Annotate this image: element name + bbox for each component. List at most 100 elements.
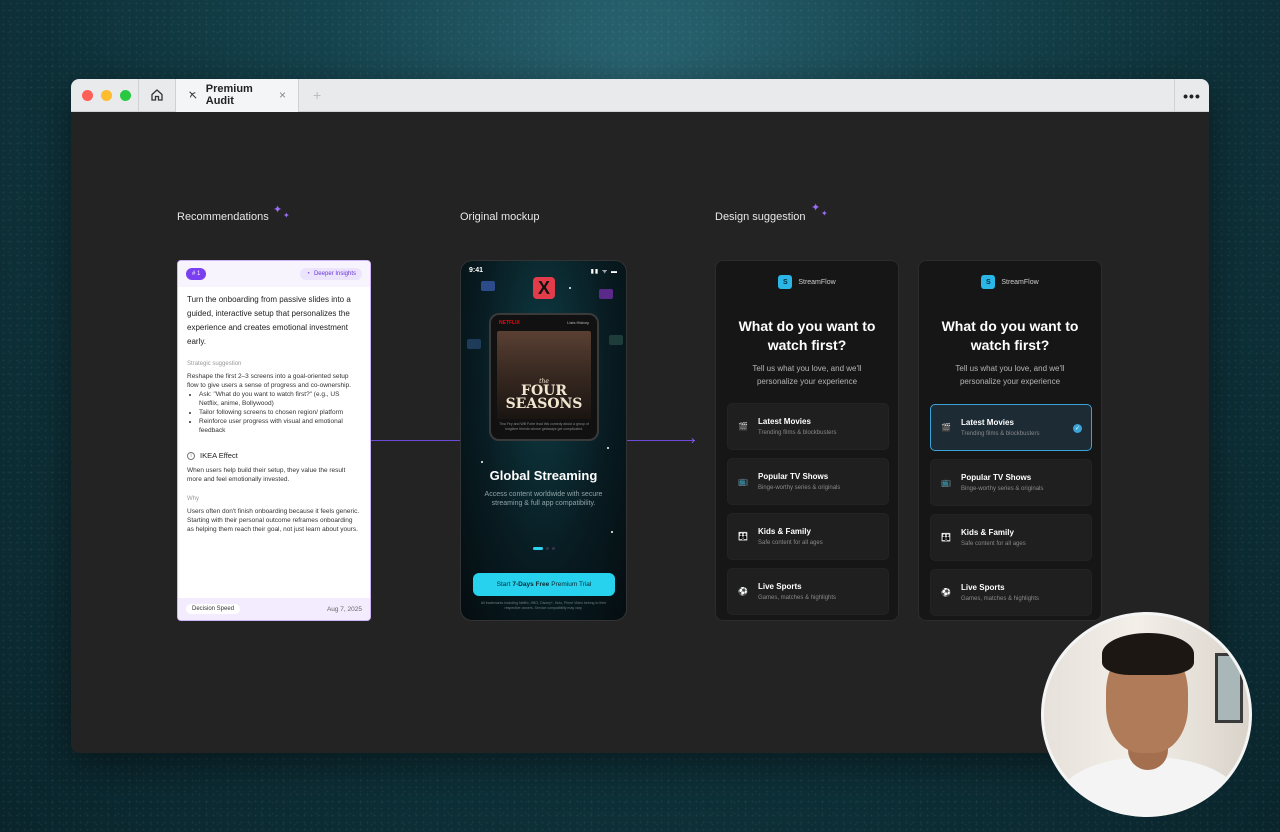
device-preview: NETFLIX Lists History the FOUR SEASONS T… [489, 313, 599, 441]
tv-icon: 📺 [941, 478, 951, 487]
option-latest-movies[interactable]: 🎬 Latest Movies Trending films & blockbu… [727, 403, 889, 450]
option-title: Latest Movies [758, 417, 811, 426]
option-text: Live Sports Games, matches & highlights [961, 583, 1039, 602]
card-header: # 1 ◔ Deeper Insights [178, 261, 370, 287]
option-desc: Safe content for all ages [758, 540, 823, 546]
mockup-headline: Global Streaming [489, 468, 598, 483]
brand-row: S StreamFlow [716, 275, 898, 289]
option-desc: Trending films & blockbusters [961, 431, 1040, 437]
window-controls [71, 89, 138, 101]
mockup-subtext: Access content worldwide with secure str… [484, 491, 603, 507]
insights-label: Deeper Insights [313, 271, 356, 277]
suggestion-card-1: S StreamFlow What do you want to watch f… [715, 260, 899, 621]
new-tab-button[interactable]: + [313, 87, 321, 103]
sparkle-icon: ✦ [811, 202, 821, 214]
preview-nav: NETFLIX Lists History [491, 315, 597, 331]
option-text: Live Sports Games, matches & highlights [758, 582, 836, 601]
brand-row: S StreamFlow [919, 275, 1101, 289]
option-text: Kids & Family Safe content for all ages [961, 528, 1026, 547]
poster-title-main: FOUR SEASONS [505, 383, 583, 412]
option-text: Latest Movies Trending films & blockbust… [961, 418, 1039, 437]
fine-print: All trademarks including Netflix, HBO, D… [480, 601, 607, 610]
connector-line [371, 440, 460, 441]
tv-icon: 📺 [738, 477, 748, 486]
sparkle-icon: ✦ [821, 209, 828, 218]
title-bar: Premium Audit × + ••• [71, 79, 1209, 112]
option-kids-family[interactable]: 👪 Kids & Family Safe content for all age… [727, 513, 889, 560]
page-dot [552, 547, 555, 550]
page-dot-active [533, 547, 543, 550]
option-live-sports[interactable]: ⚽ Live Sports Games, matches & highlight… [930, 569, 1092, 616]
strategic-text: Reshape the first 2–3 screens into a goa… [187, 373, 352, 389]
star-dot [611, 531, 613, 533]
preview-brand: NETFLIX [499, 320, 520, 326]
suggestion-card-2: S StreamFlow What do you want to watch f… [918, 260, 1102, 621]
option-latest-movies-selected[interactable]: 🎬 Latest Movies Trending films & blockbu… [930, 404, 1092, 451]
clapperboard-icon: 🎬 [941, 423, 951, 432]
info-icon: i [187, 451, 195, 460]
soccer-ball-icon: ⚽ [738, 587, 748, 596]
effect-title: IKEA Effect [200, 451, 238, 460]
partner-logo-icon [609, 335, 623, 345]
start-trial-button[interactable]: Start 7-Days Free Premium Trial [473, 573, 615, 596]
check-icon: ✓ [1073, 424, 1082, 433]
brand-name: StreamFlow [1001, 278, 1039, 286]
suggestion-list: Ask: "What do you want to watch first?" … [187, 390, 361, 435]
category-tag: Decision Speed [186, 604, 241, 614]
option-title: Popular TV Shows [758, 472, 829, 481]
list-item: Tailor following screens to chosen regio… [199, 408, 361, 417]
more-menu-button[interactable]: ••• [1174, 79, 1209, 112]
tab-close-icon[interactable]: × [279, 88, 286, 102]
close-window-button[interactable] [82, 89, 93, 101]
home-button[interactable] [139, 79, 175, 112]
section-label-recommendations: Recommendations [177, 211, 269, 223]
option-text: Popular TV Shows Binge-worthy series & o… [758, 472, 840, 491]
onboarding-title: What do you want to watch first? [941, 318, 1079, 353]
recommendation-card[interactable]: # 1 ◔ Deeper Insights Turn the onboardin… [177, 260, 371, 621]
option-text: Kids & Family Safe content for all ages [758, 527, 823, 546]
soccer-ball-icon: ⚽ [941, 588, 951, 597]
cta-prefix: Start [496, 581, 511, 588]
arrow-right-icon: › [691, 433, 695, 447]
streamflow-logo-icon: S [778, 275, 793, 289]
list-item: Ask: "What do you want to watch first?" … [199, 390, 361, 408]
webcam-overlay[interactable] [1041, 612, 1252, 817]
compass-icon [189, 91, 197, 99]
option-popular-tv-shows[interactable]: 📺 Popular TV Shows Binge-worthy series &… [727, 458, 889, 505]
status-time: 9:41 [469, 267, 484, 274]
cta-suffix: Premium Trial [551, 581, 592, 588]
brand-name: StreamFlow [798, 278, 836, 286]
option-title: Popular TV Shows [961, 473, 1032, 482]
onboarding-subtitle: Tell us what you love, and we'll persona… [955, 364, 1065, 386]
option-desc: Safe content for all ages [961, 541, 1026, 547]
browser-window: Premium Audit × + ••• Recommendations ✦ … [71, 79, 1209, 753]
insight-icon: ◔ [306, 271, 310, 277]
insights-badge[interactable]: ◔ Deeper Insights [300, 268, 362, 280]
option-popular-tv-shows[interactable]: 📺 Popular TV Shows Binge-worthy series &… [930, 459, 1092, 506]
wall-picture [1215, 653, 1243, 723]
app-logo: X [533, 277, 555, 299]
maximize-window-button[interactable] [120, 89, 131, 101]
family-icon: 👪 [941, 533, 951, 542]
effect-text: When users help build their setup, they … [187, 467, 346, 483]
option-live-sports[interactable]: ⚽ Live Sports Games, matches & highlight… [727, 568, 889, 615]
option-desc: Games, matches & highlights [758, 595, 837, 601]
option-kids-family[interactable]: 👪 Kids & Family Safe content for all age… [930, 514, 1092, 561]
option-title: Live Sports [961, 583, 1005, 592]
tab-title: Premium Audit [205, 83, 253, 107]
status-icons: ▮▮ ᯤ ▬ [590, 269, 618, 275]
why-text: Users often don't finish onboarding beca… [187, 508, 360, 533]
onboarding-subtitle: Tell us what you love, and we'll persona… [752, 364, 862, 386]
tab-premium-audit[interactable]: Premium Audit × [176, 79, 299, 112]
poster-image: the FOUR SEASONS [497, 331, 591, 419]
option-desc: Binge-worthy series & originals [758, 485, 841, 491]
option-title: Kids & Family [961, 528, 1014, 537]
original-mockup-phone: 9:41 ▮▮ ᯤ ▬ X NETFLIX Lists History the … [460, 260, 627, 621]
option-text: Popular TV Shows Binge-worthy series & o… [961, 473, 1043, 492]
partner-logo-icon [481, 281, 495, 291]
cta-bold: 7-Days Free [512, 581, 550, 588]
strategic-label: Strategic suggestion [187, 361, 242, 367]
preview-nav-links: Lists History [567, 320, 589, 325]
recommendation-headline: Turn the onboarding from passive slides … [187, 295, 351, 346]
minimize-window-button[interactable] [101, 89, 112, 101]
